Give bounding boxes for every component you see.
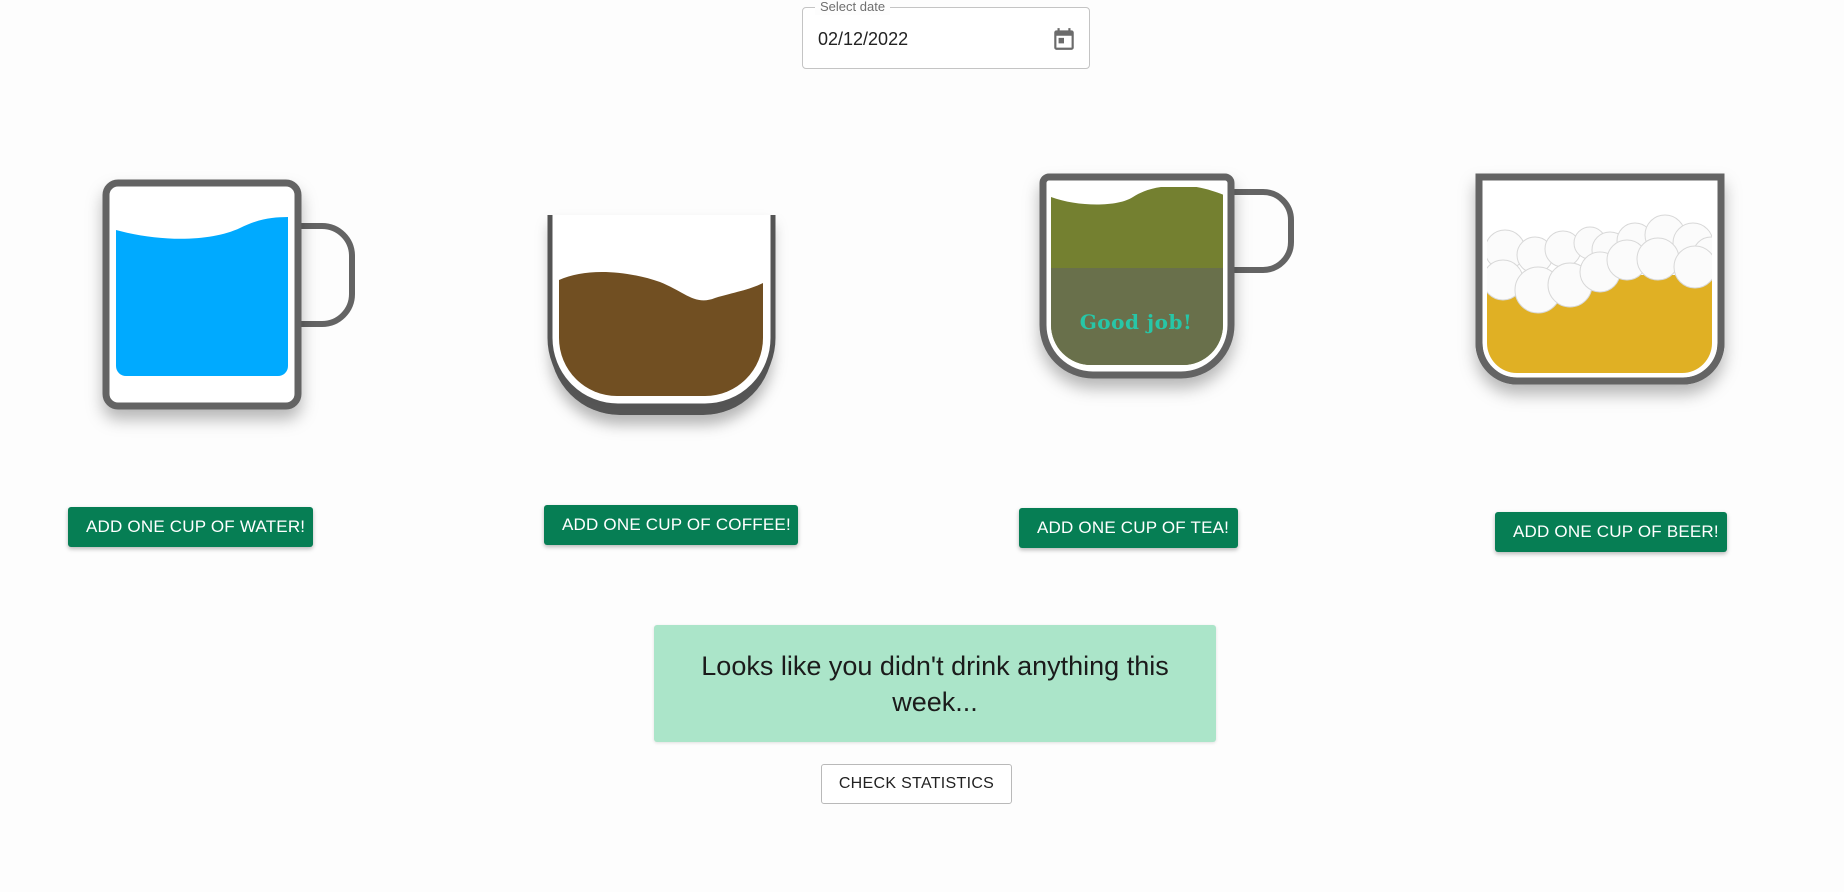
add-water-button[interactable]: ADD ONE CUP OF WATER! bbox=[68, 507, 313, 547]
add-beer-button[interactable]: ADD ONE CUP OF BEER! bbox=[1495, 512, 1727, 552]
coffee-cup bbox=[545, 210, 785, 440]
water-cup bbox=[100, 179, 370, 430]
check-statistics-button[interactable]: CHECK STATISTICS bbox=[821, 764, 1012, 804]
date-picker[interactable]: Select date 02/12/2022 bbox=[802, 0, 1090, 69]
good-job-text: Good job! bbox=[1079, 310, 1193, 334]
add-tea-button[interactable]: ADD ONE CUP OF TEA! bbox=[1019, 508, 1238, 548]
water-fill bbox=[116, 217, 288, 376]
weekly-message-text: Looks like you didn't drink anything thi… bbox=[701, 650, 1169, 717]
date-label: Select date bbox=[815, 0, 891, 15]
calendar-icon[interactable] bbox=[1051, 26, 1077, 52]
tea-cup bbox=[1038, 173, 1308, 425]
date-value[interactable]: 02/12/2022 bbox=[818, 28, 908, 50]
beer-cup bbox=[1475, 173, 1735, 425]
weekly-message: Looks like you didn't drink anything thi… bbox=[654, 625, 1216, 742]
add-coffee-button[interactable]: ADD ONE CUP OF COFFEE! bbox=[544, 505, 798, 545]
